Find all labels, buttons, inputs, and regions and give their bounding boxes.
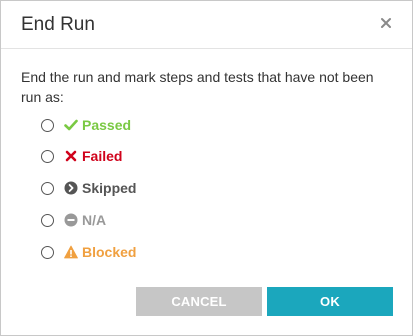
option-passed[interactable]: Passed bbox=[41, 115, 131, 135]
option-label-passed: Passed bbox=[82, 117, 132, 133]
minus-circle-icon bbox=[64, 213, 78, 227]
x-icon bbox=[65, 150, 77, 162]
check-icon bbox=[64, 119, 78, 131]
close-icon[interactable] bbox=[378, 15, 394, 31]
chevron-right-circle-icon bbox=[64, 181, 78, 195]
radio-blocked[interactable] bbox=[41, 245, 54, 259]
option-na[interactable]: N/A bbox=[41, 210, 106, 230]
radio-skipped[interactable] bbox=[41, 181, 54, 195]
option-blocked[interactable]: Blocked bbox=[41, 242, 136, 262]
option-label-failed: Failed bbox=[82, 148, 123, 164]
radio-failed[interactable] bbox=[41, 149, 54, 163]
ok-button[interactable]: OK bbox=[267, 287, 393, 316]
option-label-na: N/A bbox=[82, 212, 107, 228]
radio-passed[interactable] bbox=[41, 118, 54, 132]
dialog-title: End Run bbox=[21, 14, 95, 35]
radio-na[interactable] bbox=[41, 213, 54, 227]
option-skipped[interactable]: Skipped bbox=[41, 178, 136, 198]
option-label-blocked: Blocked bbox=[82, 244, 137, 260]
dialog-header: End Run bbox=[1, 1, 412, 49]
option-label-skipped: Skipped bbox=[82, 180, 137, 196]
cancel-button[interactable]: CANCEL bbox=[136, 287, 262, 316]
option-failed[interactable]: Failed bbox=[41, 146, 122, 166]
dialog-prompt: End the run and mark steps and tests tha… bbox=[21, 69, 374, 105]
end-run-dialog: End Run End the run and mark steps and t… bbox=[0, 0, 413, 336]
warning-icon bbox=[64, 245, 78, 259]
